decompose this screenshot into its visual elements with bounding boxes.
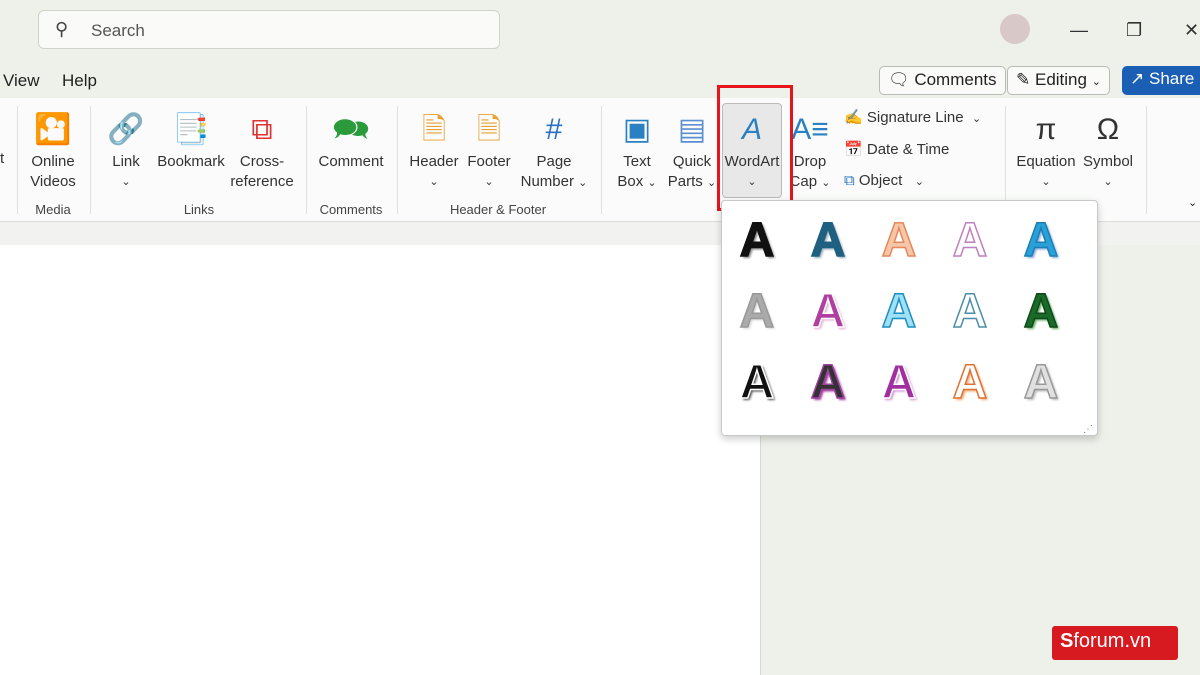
wordart-style-4[interactable]: A: [945, 211, 995, 271]
cross-reference-icon: ⧉: [251, 113, 273, 146]
calendar-clock-icon: 📅: [844, 141, 863, 158]
footer-button[interactable]: 🗎 Footer ⌄: [464, 108, 514, 192]
wordart-style-6[interactable]: A: [732, 282, 782, 342]
cross-reference-button[interactable]: ⧉ Cross-reference: [230, 108, 294, 192]
comment-icon: 🗨: [888, 70, 910, 89]
drop-cap-icon: A≡: [791, 113, 829, 146]
editing-button[interactable]: ✎ Editing ⌄: [1007, 66, 1110, 95]
pencil-icon: ✎: [1016, 70, 1031, 89]
link-icon: 🔗: [107, 113, 145, 146]
wordart-style-9[interactable]: A: [945, 282, 995, 342]
group-header-footer: Header & Footer: [449, 202, 547, 217]
text-box-icon: ▣: [622, 113, 652, 146]
group-media: Media: [35, 202, 71, 217]
search-box[interactable]: ⚲ Search: [38, 10, 500, 49]
wordart-style-7[interactable]: A: [803, 282, 853, 342]
pi-icon: π: [1035, 113, 1057, 146]
wordart-style-11[interactable]: A: [732, 353, 782, 413]
drop-cap-button[interactable]: A≡ Drop Cap ⌄: [788, 108, 832, 193]
signature-icon: ✍: [844, 109, 863, 126]
wordart-style-8[interactable]: A: [874, 282, 924, 342]
restore-icon[interactable]: ❐: [1126, 20, 1142, 41]
search-icon: ⚲: [55, 19, 69, 39]
wordart-style-13[interactable]: A: [874, 353, 924, 413]
video-globe-icon: 🎦: [34, 113, 72, 146]
page-number-button[interactable]: # Page Number ⌄: [518, 108, 590, 193]
share-label: Share: [1148, 69, 1195, 88]
wordart-style-5[interactable]: A: [1016, 211, 1066, 271]
tab-help[interactable]: Help: [62, 71, 97, 91]
date-time-button[interactable]: 📅 Date & Time: [844, 140, 949, 158]
new-comment-icon: 🗪: [332, 113, 370, 146]
expand-ribbon-icon[interactable]: ⌄: [1188, 196, 1197, 209]
comments-label: Comments: [914, 70, 997, 89]
minimize-icon[interactable]: —: [1070, 20, 1088, 41]
group-comments: Comments: [319, 202, 383, 217]
omega-icon: Ω: [1096, 113, 1120, 146]
tab-view[interactable]: View: [3, 71, 40, 91]
footer-icon: 🗎: [476, 113, 502, 146]
comments-button[interactable]: 🗨 Comments: [879, 66, 1006, 95]
partial-label: t: [0, 150, 5, 167]
editing-label: Editing: [1034, 70, 1087, 89]
link-button[interactable]: 🔗 Link ⌄: [104, 108, 148, 192]
wordart-style-1[interactable]: A: [732, 211, 782, 271]
share-button[interactable]: ↗ Share: [1122, 66, 1200, 95]
online-videos-button[interactable]: 🎦 Online Videos: [28, 108, 78, 192]
header-icon: 🗎: [421, 113, 447, 146]
object-button[interactable]: ⧉ Object ⌄: [844, 172, 924, 189]
page-number-icon: #: [545, 113, 563, 146]
symbol-button[interactable]: Ω Symbol ⌄: [1080, 108, 1136, 192]
comment-button[interactable]: 🗪 Comment: [316, 108, 386, 172]
quick-parts-button[interactable]: ▤ Quick Parts ⌄: [666, 108, 718, 193]
wordart-style-2[interactable]: A: [803, 211, 853, 271]
header-button[interactable]: 🗎 Header ⌄: [406, 108, 462, 192]
resize-grip-icon[interactable]: ⋰: [1083, 424, 1093, 435]
highlight-box: [717, 85, 793, 211]
signature-line-button[interactable]: ✍ Signature Line ⌄: [844, 108, 981, 126]
bookmark-button[interactable]: 📑 Bookmark: [155, 108, 227, 172]
document-page[interactable]: [0, 245, 761, 675]
bookmark-icon: 📑: [172, 113, 210, 146]
wordart-style-3[interactable]: A: [874, 211, 924, 271]
avatar[interactable]: [1000, 14, 1030, 44]
wordart-style-12[interactable]: A: [803, 353, 853, 413]
wordart-style-14[interactable]: A: [945, 353, 995, 413]
wordart-style-15[interactable]: A: [1016, 353, 1066, 413]
wordart-style-10[interactable]: A: [1016, 282, 1066, 342]
quick-parts-icon: ▤: [677, 113, 707, 146]
chevron-down-icon: ⌄: [1091, 76, 1101, 88]
equation-button[interactable]: π Equation ⌄: [1014, 108, 1078, 192]
wordart-gallery: A A A A A A A A A A A A A A A ⋰: [721, 200, 1098, 436]
search-placeholder: Search: [91, 21, 145, 40]
watermark-logo: Sforum.vn: [1052, 626, 1178, 660]
object-icon: ⧉: [844, 172, 855, 189]
close-icon[interactable]: ✕: [1184, 20, 1199, 41]
share-icon: ↗: [1130, 69, 1145, 88]
text-box-button[interactable]: ▣ Text Box ⌄: [612, 108, 662, 193]
group-links: Links: [183, 202, 215, 217]
